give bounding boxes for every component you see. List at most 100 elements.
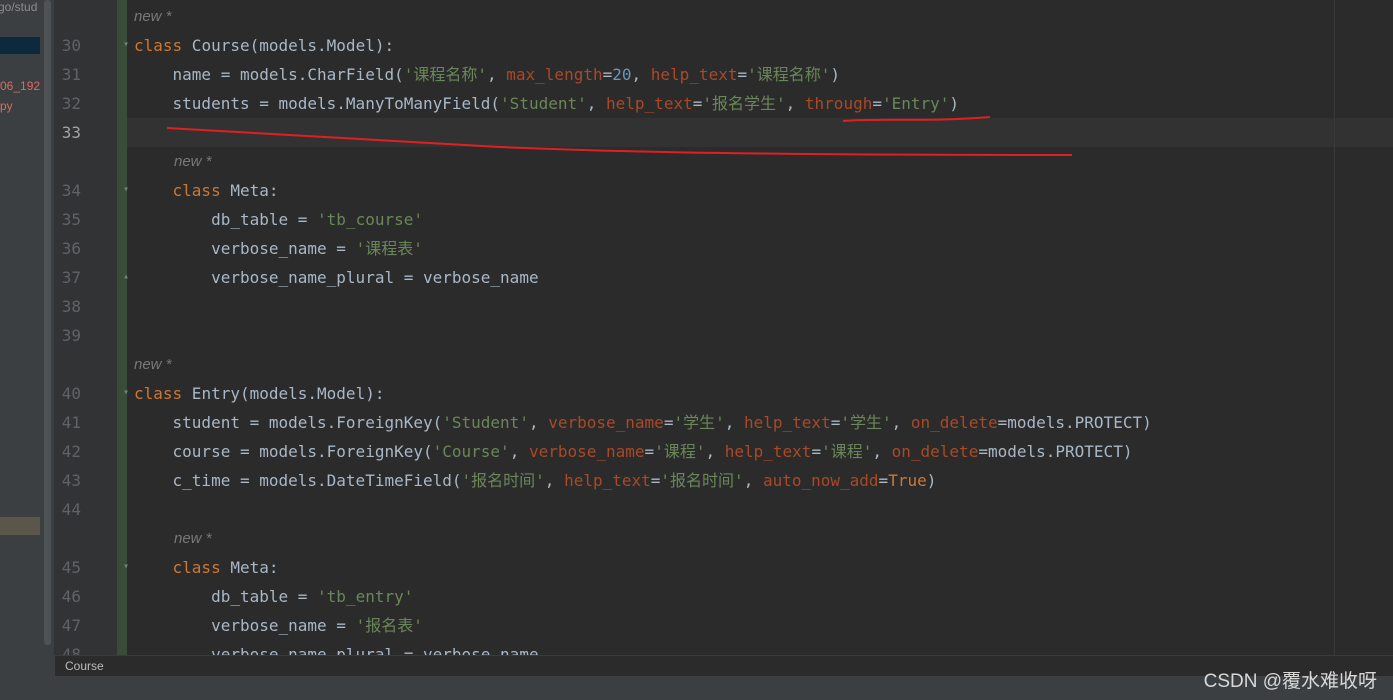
string-literal: '学生' bbox=[840, 413, 892, 432]
fold-end-icon[interactable]: ▴ bbox=[121, 272, 131, 282]
code-text: = bbox=[602, 65, 613, 84]
code-line[interactable]: course = models.ForeignKey('Course', ver… bbox=[134, 437, 1133, 466]
code-vision-hint[interactable]: new * bbox=[134, 350, 172, 379]
code-line[interactable]: c_time = models.DateTimeField('报名时间', he… bbox=[134, 466, 937, 495]
keyword: class bbox=[172, 558, 221, 577]
project-panel[interactable]: go/stud 06_192 py bbox=[0, 0, 55, 655]
project-selected-item[interactable] bbox=[0, 37, 40, 54]
string-literal: 'tb_course' bbox=[317, 210, 423, 229]
fold-arrow-icon[interactable]: ▾ bbox=[121, 562, 131, 572]
breadcrumb[interactable]: Course bbox=[65, 659, 104, 673]
kwarg-name: verbose_name bbox=[548, 413, 664, 432]
code-vision-hint[interactable]: new * bbox=[174, 524, 212, 553]
line-number[interactable]: 46 bbox=[55, 582, 81, 611]
fold-arrow-icon[interactable]: ▾ bbox=[121, 185, 131, 195]
line-number[interactable]: 32 bbox=[55, 89, 81, 118]
line-number[interactable]: 38 bbox=[55, 292, 81, 321]
code-text: , bbox=[724, 413, 744, 432]
line-number[interactable]: 37 bbox=[55, 263, 81, 292]
project-path: go/stud bbox=[0, 0, 38, 14]
code-text: = bbox=[811, 442, 822, 461]
code-vision-hint[interactable]: new * bbox=[134, 2, 172, 31]
code-text: = bbox=[878, 471, 889, 490]
string-literal: '课程名称' bbox=[747, 65, 831, 84]
code-line[interactable]: db_table = 'tb_entry' bbox=[134, 582, 413, 611]
line-number[interactable]: 40 bbox=[55, 379, 81, 408]
code-text: course = models.ForeignKey( bbox=[134, 442, 433, 461]
watermark: CSDN @覆水难收呀 bbox=[1203, 671, 1377, 692]
code-text: , bbox=[528, 413, 549, 432]
number-literal: 20 bbox=[612, 65, 632, 84]
code-text: Entry(models.Model): bbox=[182, 384, 385, 403]
code-line[interactable]: db_table = 'tb_course' bbox=[134, 205, 423, 234]
code-text: = bbox=[692, 94, 703, 113]
kwarg-name: help_text bbox=[744, 413, 831, 432]
string-literal: '学生' bbox=[673, 413, 725, 432]
fold-arrow-icon[interactable]: ▾ bbox=[121, 388, 131, 398]
code-line[interactable]: class Meta: bbox=[134, 176, 279, 205]
code-text: student = models.ForeignKey( bbox=[134, 413, 443, 432]
code-text: = bbox=[663, 413, 674, 432]
keyword: class bbox=[172, 181, 221, 200]
project-highlight-item[interactable] bbox=[0, 517, 40, 535]
string-literal: '课程表' bbox=[355, 239, 423, 258]
code-text: , bbox=[891, 413, 911, 432]
code-text: Meta: bbox=[220, 558, 279, 577]
code-text: db_table = bbox=[134, 587, 318, 606]
code-line[interactable]: name = models.CharField('课程名称', max_leng… bbox=[134, 60, 841, 89]
line-number[interactable]: 44 bbox=[55, 495, 81, 524]
line-number[interactable]: 36 bbox=[55, 234, 81, 263]
project-file-item[interactable]: 06_192 bbox=[0, 79, 40, 93]
code-text: =models.PROTECT) bbox=[978, 442, 1133, 461]
code-line[interactable]: verbose_name_plural = verbose_name bbox=[134, 640, 539, 655]
code-text: ) bbox=[830, 65, 841, 84]
code-vision-hint[interactable]: new * bbox=[174, 147, 212, 176]
code-text: = bbox=[830, 413, 841, 432]
line-number[interactable]: 33 bbox=[55, 118, 81, 147]
project-scrollbar[interactable] bbox=[44, 0, 51, 645]
code-line[interactable]: class Meta: bbox=[134, 553, 279, 582]
code-text: verbose_name = bbox=[134, 616, 356, 635]
kwarg-name: on_delete bbox=[891, 442, 979, 461]
string-literal: 'Student' bbox=[500, 94, 587, 113]
vcs-change-marker[interactable] bbox=[117, 0, 127, 655]
code-line[interactable]: students = models.ManyToManyField('Stude… bbox=[134, 89, 960, 118]
code-line[interactable]: verbose_name = '报名表' bbox=[134, 611, 423, 640]
line-number[interactable]: 39 bbox=[55, 321, 81, 350]
code-text: = bbox=[737, 65, 748, 84]
keyword: class bbox=[134, 384, 183, 403]
code-text: =models.PROTECT) bbox=[997, 413, 1152, 432]
right-margin-guide bbox=[1334, 0, 1335, 655]
string-literal: '课程' bbox=[654, 442, 706, 461]
string-literal: '报名时间' bbox=[660, 471, 744, 490]
string-literal: '报名表' bbox=[355, 616, 423, 635]
code-line[interactable]: class Course(models.Model): bbox=[134, 31, 394, 60]
string-literal: '报名学生' bbox=[702, 94, 786, 113]
code-line[interactable]: verbose_name = '课程表' bbox=[134, 234, 423, 263]
code-text: c_time = models.DateTimeField( bbox=[134, 471, 462, 490]
code-text: name = models.CharField( bbox=[134, 65, 404, 84]
line-number[interactable]: 30 bbox=[55, 31, 81, 60]
line-number[interactable]: 45 bbox=[55, 553, 81, 582]
code-line[interactable]: class Entry(models.Model): bbox=[134, 379, 384, 408]
line-number[interactable]: 42 bbox=[55, 437, 81, 466]
line-number[interactable]: 31 bbox=[55, 60, 81, 89]
line-number[interactable]: 35 bbox=[55, 205, 81, 234]
code-line[interactable]: student = models.ForeignKey('Student', v… bbox=[134, 408, 1152, 437]
project-file-item[interactable]: py bbox=[0, 99, 13, 113]
code-text: , bbox=[509, 442, 529, 461]
code-line[interactable]: verbose_name_plural = verbose_name bbox=[134, 263, 539, 292]
line-number[interactable]: 43 bbox=[55, 466, 81, 495]
line-number[interactable]: 47 bbox=[55, 611, 81, 640]
line-number[interactable]: 34 bbox=[55, 176, 81, 205]
keyword: class bbox=[134, 36, 183, 55]
status-bar bbox=[0, 676, 1393, 700]
string-literal: 'Student' bbox=[442, 413, 529, 432]
fold-arrow-icon[interactable]: ▾ bbox=[121, 40, 131, 50]
code-text: = bbox=[644, 442, 655, 461]
line-number[interactable]: 41 bbox=[55, 408, 81, 437]
kwarg-name: verbose_name bbox=[528, 442, 645, 461]
code-text: db_table = bbox=[134, 210, 318, 229]
kwarg-name: on_delete bbox=[910, 413, 998, 432]
